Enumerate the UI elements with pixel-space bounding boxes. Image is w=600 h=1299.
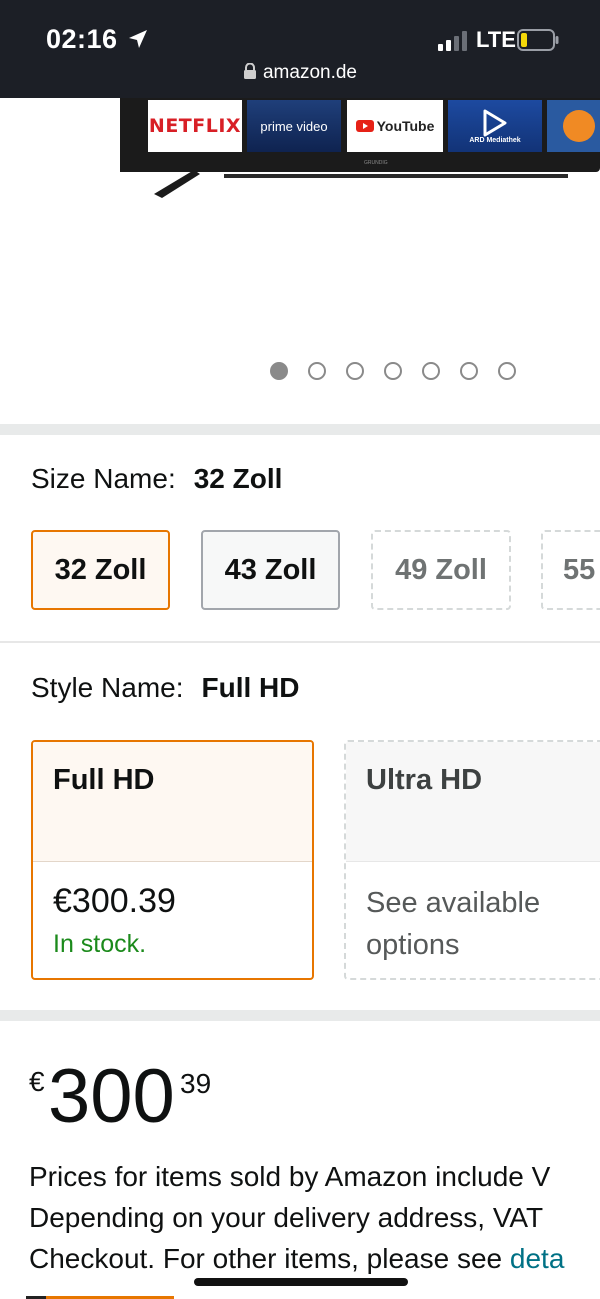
vat-line-3-text: Checkout. For other items, please see (29, 1243, 510, 1274)
vat-notice: Prices for items sold by Amazon include … (29, 1156, 600, 1279)
prime-video-tile: prime video (247, 100, 341, 152)
network-type: LTE (476, 27, 516, 52)
url-text: amazon.de (262, 62, 357, 83)
battery-icon (517, 29, 559, 51)
section-divider (0, 1010, 600, 1021)
carousel-dot[interactable] (460, 362, 478, 380)
section-divider (0, 424, 600, 435)
zdf-logo-icon (562, 110, 595, 142)
ard-tile: ARD Mediathek (448, 100, 542, 152)
product-page: 02:16 LTE amazon.de NETFLIX prime video … (0, 0, 600, 1299)
prime-video-label: prime video (260, 118, 328, 134)
price-fraction: 39 (180, 1068, 212, 1099)
status-time: 02:16 (46, 24, 118, 54)
size-option-49-zoll[interactable]: 49 Zoll (371, 530, 511, 610)
zdf-tile (547, 100, 600, 152)
vat-line-3: Checkout. For other items, please see de… (29, 1238, 600, 1279)
style-option-ultra-hd[interactable]: Ultra HD See available options (344, 740, 600, 980)
size-selector-label: Size Name: 32 Zoll (31, 463, 282, 495)
youtube-tile: YouTube (347, 100, 443, 152)
carousel-dot[interactable] (384, 362, 402, 380)
tv-brand-logo: GRUNDIG (364, 160, 388, 166)
style-option-name: Ultra HD (346, 742, 600, 862)
size-option-43-zoll[interactable]: 43 Zoll (201, 530, 340, 610)
status-bar: 02:16 LTE amazon.de (0, 0, 600, 98)
details-link[interactable]: deta (510, 1243, 565, 1274)
image-carousel-dots[interactable] (270, 362, 530, 382)
carousel-dot[interactable] (498, 362, 516, 380)
vat-line-2: Depending on your delivery address, VAT (29, 1202, 544, 1233)
tv-stand-icon (154, 170, 200, 198)
section-divider (0, 641, 600, 643)
carousel-dot[interactable] (270, 362, 288, 380)
see-options-text: See available options (366, 887, 541, 961)
tv-illustration: NETFLIX prime video YouTube ARD Mediathe… (120, 98, 600, 208)
carousel-dot[interactable] (422, 362, 440, 380)
style-option-full-hd[interactable]: Full HD €300.39 In stock. (31, 740, 314, 980)
style-selected-value: Full HD (201, 672, 300, 703)
ard-label: ARD Mediathek (469, 136, 521, 144)
carousel-dot[interactable] (308, 362, 326, 380)
size-option-55-zoll[interactable]: 55 (541, 530, 600, 610)
home-indicator[interactable] (194, 1278, 408, 1286)
style-option-name: Full HD (33, 742, 312, 862)
size-label-text: Size Name: (31, 463, 176, 494)
youtube-play-icon (355, 120, 374, 132)
youtube-label: YouTube (376, 118, 435, 134)
tv-bottom-bar (224, 174, 568, 178)
url-bar[interactable]: amazon.de (0, 62, 600, 90)
signal-icon (438, 31, 467, 51)
style-option-price: €300.39 (53, 882, 176, 920)
location-arrow-icon (129, 30, 147, 48)
price-currency: € (29, 1066, 45, 1097)
size-selected-value: 32 Zoll (193, 463, 283, 494)
play-icon (483, 109, 507, 136)
style-label-text: Style Name: (31, 672, 184, 703)
netflix-tile: NETFLIX (148, 100, 242, 152)
vat-line-1: Prices for items sold by Amazon include … (29, 1161, 551, 1192)
lock-icon (243, 63, 256, 79)
tv-screen: NETFLIX prime video YouTube ARD Mediathe… (120, 98, 600, 172)
carousel-dot[interactable] (346, 362, 364, 380)
stock-status: In stock. (53, 930, 147, 958)
style-selector-label: Style Name: Full HD (31, 672, 300, 704)
price-whole: 300 (48, 1054, 175, 1139)
size-option-32-zoll[interactable]: 32 Zoll (31, 530, 170, 610)
